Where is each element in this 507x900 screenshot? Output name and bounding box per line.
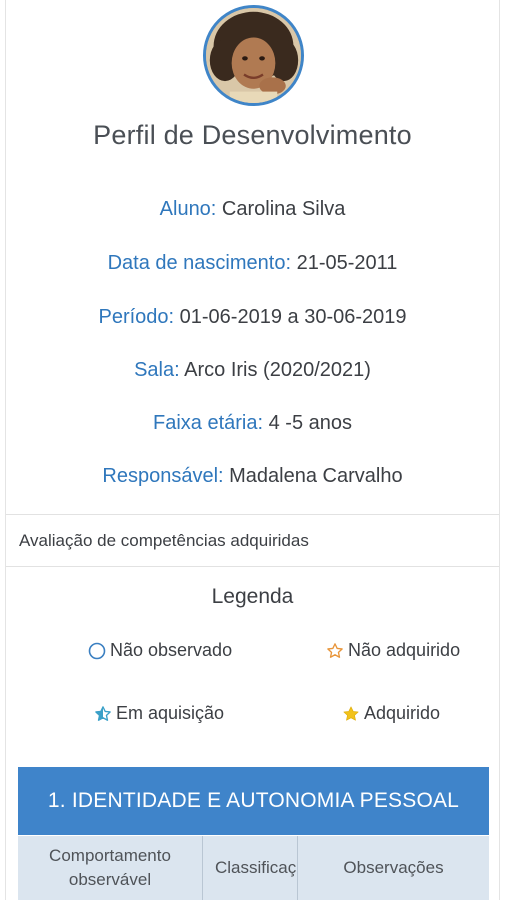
divider [6, 514, 499, 515]
avatar-photo [206, 8, 301, 103]
legend-label: Não observado [110, 640, 233, 660]
legend-label: Adquirido [364, 703, 441, 723]
column-header-behavior[interactable]: Comportamento observável [18, 836, 203, 900]
page-title: Perfil de Desenvolvimento [93, 120, 412, 150]
classroom-value: Arco Iris (2020/2021) [179, 359, 371, 381]
student-name-row: Aluno: Carolina Silva [6, 198, 499, 221]
star-half-icon [94, 705, 112, 723]
student-name-label: Aluno: [159, 198, 217, 220]
legend-item-in-acquisition: Em aquisição [94, 703, 224, 724]
table-header-row: Comportamento observável Classificaç Obs… [18, 836, 489, 900]
birth-date-row: Data de nascimento: 21-05-2011 [6, 252, 499, 275]
age-range-label: Faixa etária: [152, 412, 264, 434]
classroom-label: Sala: [134, 359, 180, 381]
legend-item-not-acquired: Não adquirido [326, 640, 460, 661]
column-header-observations[interactable]: Observações [298, 836, 489, 900]
divider [6, 566, 499, 567]
birth-date-label: Data de nascimento: [107, 252, 292, 274]
legend-title: Legenda [211, 585, 294, 608]
student-name-value: Carolina Silva [216, 198, 346, 220]
column-header-classification[interactable]: Classificaç [203, 836, 298, 900]
birth-date-value: 21-05-2011 [291, 252, 398, 274]
guardian-row: Responsável: Madalena Carvalho [6, 465, 499, 488]
guardian-value: Madalena Carvalho [223, 465, 403, 487]
period-value: 01-06-2019 a 30-06-2019 [174, 306, 407, 328]
period-row: Período: 01-06-2019 a 30-06-2019 [6, 306, 499, 329]
guardian-label: Responsável: [102, 465, 224, 487]
star-outline-icon [326, 642, 344, 660]
period-label: Período: [98, 306, 175, 328]
legend-label: Em aquisição [116, 703, 225, 723]
student-avatar [203, 5, 304, 106]
classroom-row: Sala: Arco Iris (2020/2021) [6, 359, 499, 382]
star-filled-icon [342, 705, 360, 723]
legend-item-not-observed: Não observado [88, 640, 232, 661]
age-range-row: Faixa etária: 4 -5 anos [6, 412, 499, 435]
circle-outline-icon [88, 642, 106, 660]
age-range-value: 4 -5 anos [263, 412, 352, 434]
assessment-section-label: Avaliação de competências adquiridas [19, 531, 309, 550]
profile-page: Perfil de Desenvolvimento Aluno: Carolin… [5, 0, 500, 900]
legend-label: Não adquirido [348, 640, 461, 660]
section-heading-identity-autonomy: 1. IDENTIDADE E AUTONOMIA PESSOAL [18, 767, 489, 835]
legend-item-acquired: Adquirido [342, 703, 440, 724]
